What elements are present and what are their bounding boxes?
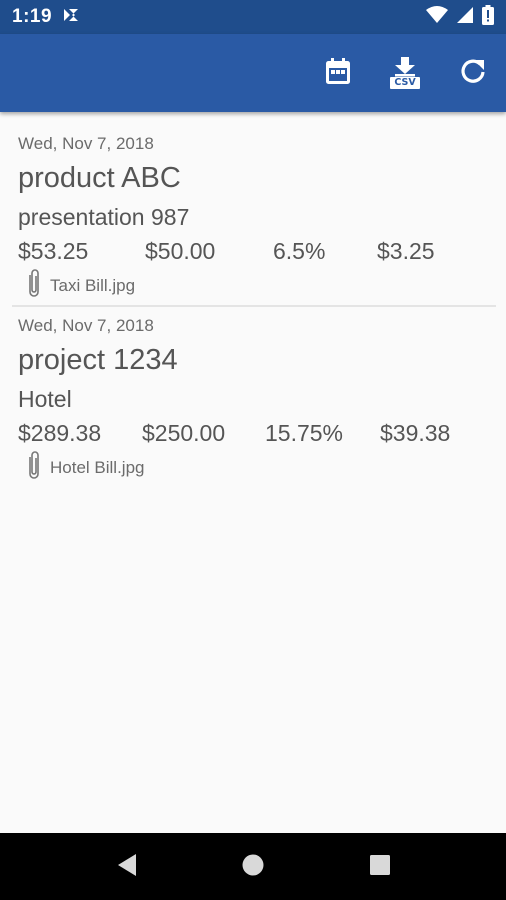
calendar-icon: [324, 57, 352, 90]
entry-subtitle: Hotel: [18, 386, 72, 412]
status-right: [426, 4, 494, 30]
status-time: 1:19: [12, 6, 53, 27]
list-item[interactable]: Wed, Nov 7, 2018 product ABC presentatio…: [0, 112, 506, 306]
app-toolbar: CSV: [0, 34, 506, 112]
list-item[interactable]: Wed, Nov 7, 2018 project 1234 Hotel $289…: [0, 307, 506, 487]
wifi-icon: [426, 5, 448, 29]
status-left: 1:19: [12, 6, 80, 29]
entry-total: $289.38: [18, 420, 102, 446]
entry-tax-amount: $3.25: [377, 238, 435, 264]
paperclip-icon: [24, 450, 44, 485]
attachment-name: Taxi Bill.jpg: [50, 275, 136, 295]
navigation-bar: [0, 833, 506, 900]
entry-tax-rate: 15.75%: [265, 420, 344, 446]
attachment[interactable]: Taxi Bill.jpg: [24, 268, 135, 303]
attachment-name: Hotel Bill.jpg: [50, 457, 145, 477]
recents-button[interactable]: [365, 852, 395, 882]
calendar-button[interactable]: [321, 56, 355, 90]
entry-tax-rate: 6.5%: [273, 238, 326, 264]
entry-title: product ABC: [18, 162, 181, 194]
recents-icon: [369, 854, 391, 881]
download-csv-icon: CSV: [389, 57, 421, 89]
attachment[interactable]: Hotel Bill.jpg: [24, 450, 145, 485]
battery-icon: [482, 4, 494, 30]
status-bar: 1:19: [0, 0, 506, 34]
notification-app-icon: [62, 6, 80, 29]
entry-tax-amount: $39.38: [380, 420, 451, 446]
csv-label: CSV: [394, 77, 416, 88]
entry-amount: $250.00: [142, 420, 226, 446]
entry-title: project 1234: [18, 344, 178, 376]
entry-amount: $50.00: [145, 238, 216, 264]
home-button[interactable]: [238, 852, 268, 882]
entry-total: $53.25: [18, 238, 89, 264]
entry-subtitle: presentation 987: [18, 204, 190, 230]
entry-date: Wed, Nov 7, 2018: [18, 134, 154, 153]
export-csv-button[interactable]: CSV: [387, 56, 423, 90]
paperclip-icon: [24, 268, 44, 303]
refresh-icon: [459, 57, 487, 90]
entry-date: Wed, Nov 7, 2018: [18, 316, 154, 335]
home-icon: [241, 853, 265, 882]
cell-signal-icon: [456, 6, 474, 29]
back-button[interactable]: [112, 852, 142, 882]
back-icon: [116, 853, 138, 882]
refresh-button[interactable]: [456, 56, 490, 90]
